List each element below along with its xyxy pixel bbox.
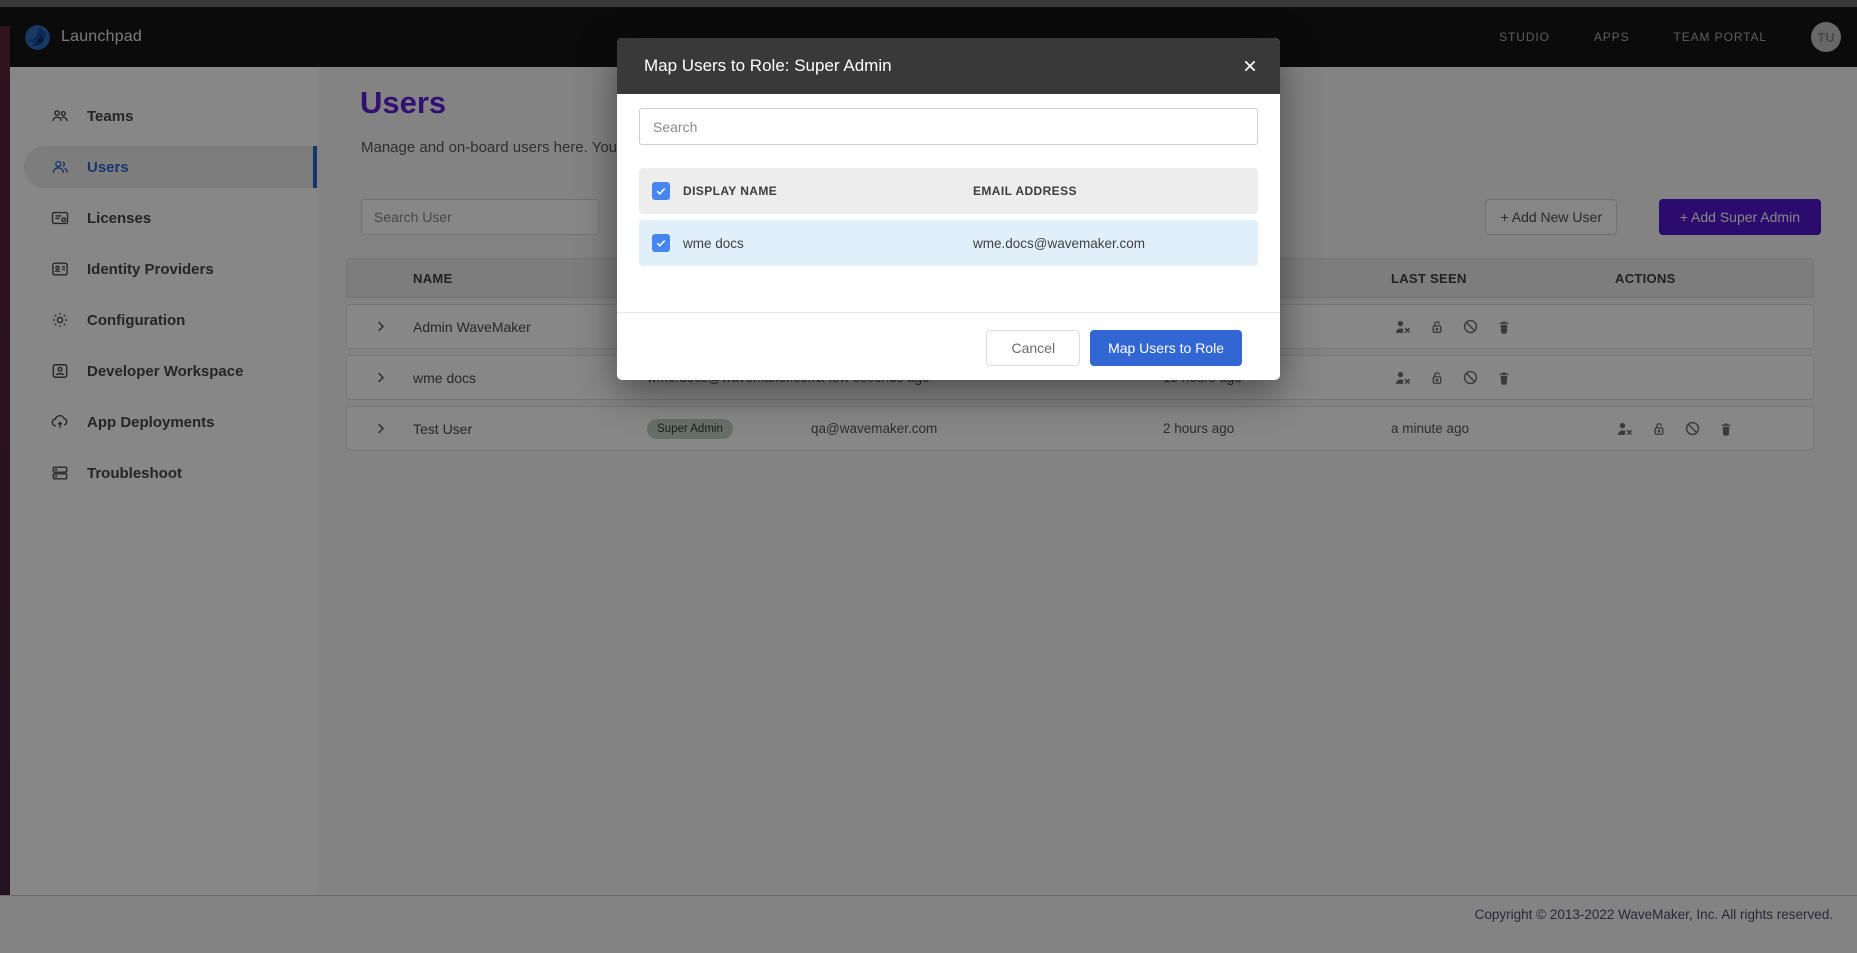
map-users-modal: Map Users to Role: Super Admin DISPLAY N… [617,38,1280,380]
modal-title: Map Users to Role: Super Admin [644,56,892,76]
modal-search-input[interactable] [639,108,1258,145]
close-icon [1242,58,1258,74]
app-window: Launchpad STUDIO APPS TEAM PORTAL TU Tea… [0,0,1857,953]
modal-actions: Cancel Map Users to Role [986,330,1242,366]
modal-table-header: DISPLAY NAME EMAIL ADDRESS [639,168,1258,214]
check-icon [655,185,667,197]
modal-header: Map Users to Role: Super Admin [617,38,1280,94]
column-header-display-name: DISPLAY NAME [683,184,973,198]
select-all-checkbox[interactable] [652,182,670,200]
row-checkbox[interactable] [652,234,670,252]
column-header-email-address: EMAIL ADDRESS [973,184,1258,198]
check-icon [655,237,667,249]
cancel-button[interactable]: Cancel [986,330,1080,366]
map-users-to-role-button[interactable]: Map Users to Role [1090,330,1242,366]
modal-footer-divider [617,312,1280,313]
close-button[interactable] [1238,54,1262,78]
modal-user-email: wme.docs@wavemaker.com [973,236,1258,251]
modal-user-row[interactable]: wme docs wme.docs@wavemaker.com [639,220,1258,266]
modal-user-display-name: wme docs [683,236,973,251]
